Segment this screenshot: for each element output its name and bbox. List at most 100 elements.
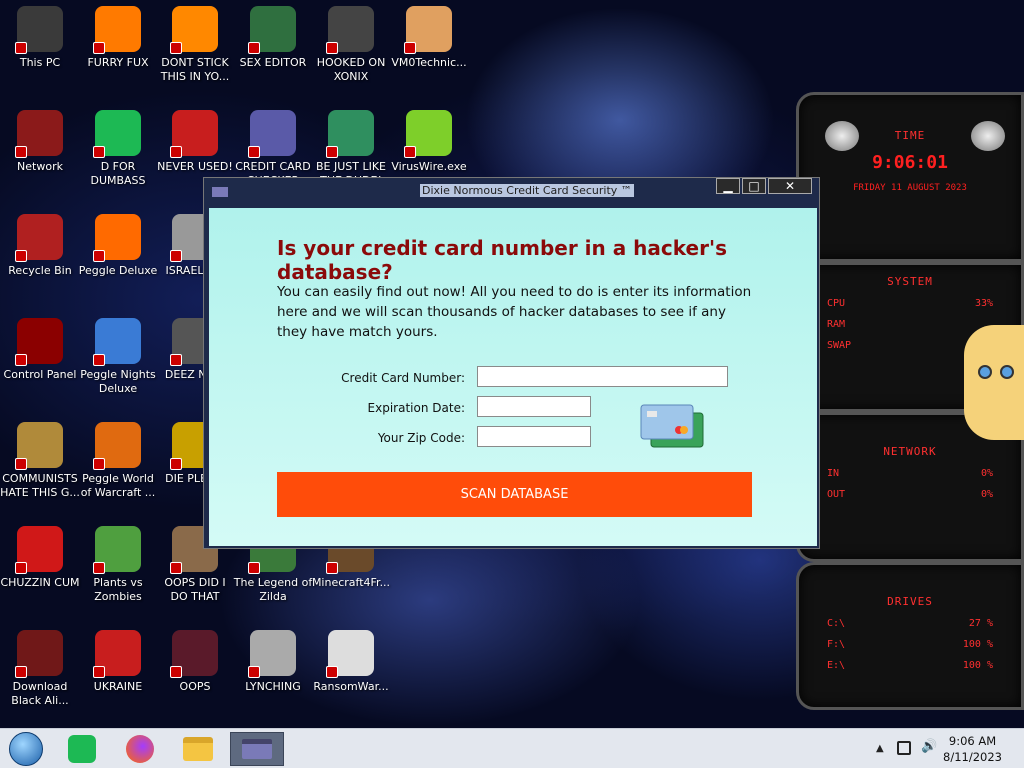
firefox-icon[interactable] bbox=[120, 732, 160, 766]
zip-input[interactable] bbox=[477, 426, 591, 447]
hex-editor-icon bbox=[248, 6, 296, 54]
file-explorer-icon[interactable] bbox=[178, 732, 218, 766]
desktop-icon[interactable]: SEX EDITOR bbox=[233, 0, 313, 100]
desktop-icon-label: OOPS bbox=[179, 680, 211, 693]
desktop-icon[interactable]: Network bbox=[0, 104, 80, 204]
widget-row: IN 0% bbox=[799, 468, 1021, 479]
peggle-icon bbox=[93, 214, 141, 262]
card-number-input[interactable] bbox=[477, 366, 728, 387]
maximize-button[interactable]: □ bbox=[742, 178, 766, 194]
desktop-icon-label: This PC bbox=[19, 56, 61, 69]
show-hidden-icons-icon[interactable]: ▲ bbox=[876, 743, 884, 754]
desktop-icon[interactable]: Peggle World of Warcraft ... bbox=[78, 416, 158, 516]
money-bag-icon bbox=[15, 422, 63, 470]
desktop-icon-label: The Legend of Zilda bbox=[233, 576, 313, 603]
network-title: NETWORK bbox=[883, 445, 937, 458]
desktop-icon-label: Download Black Ali... bbox=[11, 680, 69, 707]
flag-icon bbox=[170, 630, 218, 678]
desktop-icon-label: FURRY FUX bbox=[87, 56, 149, 69]
network-tray-icon[interactable] bbox=[897, 741, 911, 755]
app-icon bbox=[212, 187, 228, 197]
desktop-icon-label: CHUZZIN CUM bbox=[0, 576, 80, 589]
desktop-icon[interactable]: CHUZZIN CUM bbox=[0, 520, 80, 620]
shortcut-arrow-icon bbox=[170, 354, 182, 366]
credit-cards-icon bbox=[640, 404, 704, 448]
widget-row-label: RAM bbox=[827, 319, 846, 330]
desktop-icon[interactable]: LYNCHING bbox=[233, 624, 313, 724]
desktop-icon-label: Network bbox=[17, 160, 63, 173]
recycle-bin-icon bbox=[15, 214, 63, 262]
alien-icon bbox=[15, 630, 63, 678]
shortcut-arrow-icon bbox=[326, 146, 338, 158]
window-titlebar[interactable]: Dixie Normous Credit Card Security ™ ▁ □… bbox=[204, 178, 819, 204]
shortcut-arrow-icon bbox=[170, 250, 182, 262]
desktop-icon-label: UKRAINE bbox=[93, 680, 143, 693]
desktop-icon[interactable]: COMMUNISTS HATE THIS G... bbox=[0, 416, 80, 516]
widget-row-value: 33% bbox=[974, 298, 993, 309]
desktop-icon[interactable]: RansomWar... bbox=[311, 624, 391, 724]
shortcut-arrow-icon bbox=[93, 146, 105, 158]
desktop-icon[interactable]: DONT STICK THIS IN YO... bbox=[155, 0, 235, 100]
plant-icon bbox=[93, 526, 141, 574]
desktop-icon-label: Minecraft4Fr... bbox=[311, 576, 391, 589]
volume-icon[interactable]: 🔊 bbox=[921, 739, 937, 754]
desktop-icon[interactable]: This PC bbox=[0, 0, 80, 100]
desktop-icon-label: Peggle Nights Deluxe bbox=[80, 368, 156, 395]
alien-head-icon bbox=[825, 121, 859, 151]
desktop-icon-label: Control Panel bbox=[3, 368, 77, 381]
widget-row: CPU 33% bbox=[799, 298, 1021, 309]
widget-row-label: CPU bbox=[827, 298, 846, 309]
desktop-icon[interactable]: D FOR DUMBASS bbox=[78, 104, 158, 204]
expiration-input[interactable] bbox=[477, 396, 591, 417]
shortcut-arrow-icon bbox=[15, 42, 27, 54]
window-title: Dixie Normous Credit Card Security ™ bbox=[420, 184, 634, 197]
desktop-icon-label: NEVER USED! bbox=[157, 160, 233, 173]
zip-label: Your Zip Code: bbox=[377, 431, 465, 445]
start-orb-icon[interactable] bbox=[6, 732, 46, 766]
desktop-icon[interactable]: VM0Technic... bbox=[389, 0, 469, 100]
scan-database-button[interactable]: SCAN DATABASE bbox=[277, 472, 752, 517]
desktop-icon-label: VirusWire.exe bbox=[391, 160, 467, 173]
widget-row-value: 27 % bbox=[968, 618, 993, 629]
desktop-icon-label: RansomWar... bbox=[313, 680, 389, 693]
system-clock[interactable]: 9:06 AM 8/11/2023 bbox=[943, 733, 1002, 765]
desktop-icon[interactable]: Peggle Nights Deluxe bbox=[78, 312, 158, 412]
widget-row-value: 0% bbox=[980, 468, 993, 479]
skull-icon bbox=[326, 630, 374, 678]
date-value: FRIDAY 11 AUGUST 2023 bbox=[853, 183, 967, 193]
minimize-button[interactable]: ▁ bbox=[716, 178, 740, 194]
desktop-icon[interactable]: UKRAINE bbox=[78, 624, 158, 724]
shortcut-arrow-icon bbox=[248, 562, 260, 574]
card-number-label: Credit Card Number: bbox=[341, 371, 465, 385]
desktop-icon[interactable]: Control Panel bbox=[0, 312, 80, 412]
close-button[interactable]: ✕ bbox=[768, 178, 812, 194]
shortcut-arrow-icon bbox=[15, 458, 27, 470]
radiation-icon bbox=[93, 630, 141, 678]
desktop-icon[interactable]: Peggle Deluxe bbox=[78, 208, 158, 308]
credit-card-app-icon[interactable] bbox=[230, 732, 284, 766]
shortcut-arrow-icon bbox=[170, 42, 182, 54]
shortcut-arrow-icon bbox=[248, 146, 260, 158]
shortcut-arrow-icon bbox=[326, 666, 338, 678]
desktop-icon-label: Plants vs Zombies bbox=[93, 576, 143, 603]
desktop-icon[interactable]: OOPS bbox=[155, 624, 235, 724]
clock-date: 8/11/2023 bbox=[943, 750, 1002, 764]
desktop-icon-label: Peggle World of Warcraft ... bbox=[80, 472, 156, 499]
desktop-icon[interactable]: Plants vs Zombies bbox=[78, 520, 158, 620]
desktop-icon-label: HOOKED ON XONIX bbox=[316, 56, 386, 83]
desktop-icon-label: D FOR DUMBASS bbox=[90, 160, 146, 187]
widget-row-label: OUT bbox=[827, 489, 846, 500]
credit-card-icon bbox=[248, 110, 296, 158]
shortcut-arrow-icon bbox=[404, 42, 416, 54]
desktop-icon-label: SEX EDITOR bbox=[239, 56, 307, 69]
shortcut-arrow-icon bbox=[15, 250, 27, 262]
description-text: You can easily find out now! All you nee… bbox=[277, 284, 752, 340]
widget-row-label: C:\ bbox=[827, 618, 846, 629]
desktop-icon[interactable]: Recycle Bin bbox=[0, 208, 80, 308]
desktop-icon[interactable]: FURRY FUX bbox=[78, 0, 158, 100]
shortcut-arrow-icon bbox=[15, 666, 27, 678]
shortcut-arrow-icon bbox=[93, 666, 105, 678]
desktop-icon[interactable]: HOOKED ON XONIX bbox=[311, 0, 391, 100]
spotify-icon[interactable] bbox=[62, 732, 102, 766]
desktop-icon[interactable]: Download Black Ali... bbox=[0, 624, 80, 724]
